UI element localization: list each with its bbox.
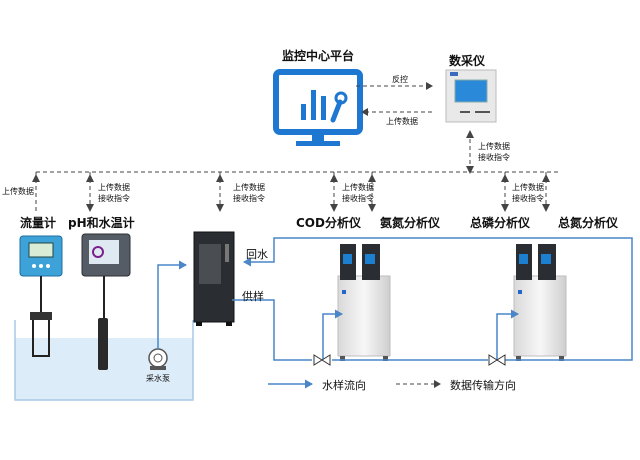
monitor-platform-icon (273, 69, 363, 146)
ammonia-analyzer-label: 氨氮分析仪 (380, 216, 441, 230)
supply-sample-label: 供样 (242, 290, 264, 303)
data-collector-label: 数采仪 (449, 54, 486, 68)
ph-meter-label: pH和水温计 (68, 216, 135, 230)
tp-analyzer-label: 总磷分析仪 (470, 216, 531, 230)
legend-water-flow: 水样流向 (322, 379, 366, 392)
monitor-platform-label: 监控中心平台 (282, 49, 355, 63)
system-diagram: 监控中心平台 数采仪 反控 上传数据 上传数据 接收指令 上传数据 上传数据 接… (0, 0, 640, 460)
upload-label: 上传数据 (386, 117, 418, 126)
flow-meter-link-label: 上传数据 (2, 187, 34, 196)
legend-data-flow: 数据传输方向 (450, 379, 516, 392)
flow-meter-label: 流量计 (20, 216, 57, 230)
ph-link-label: 上传数据 接收指令 (98, 183, 130, 203)
tn-analyzer-label: 总氮分析仪 (558, 216, 619, 230)
pump-device (148, 348, 168, 370)
cod-link-label: 上传数据 接收指令 (342, 183, 374, 203)
return-water-label: 回水 (246, 248, 268, 261)
data-collector-device (445, 69, 497, 123)
cabinet-link-label: 上传数据 接收指令 (233, 183, 265, 203)
cabinet-cod-ammonia (337, 244, 391, 361)
cod-analyzer-label: COD分析仪 (296, 216, 361, 230)
tp-link-label: 上传数据 接收指令 (512, 183, 544, 203)
collector-link-label: 上传数据 接收指令 (478, 142, 510, 162)
reverse-control-label: 反控 (392, 75, 408, 84)
pump-label: 采水泵 (146, 374, 170, 383)
pretreatment-cabinet (193, 231, 235, 326)
cabinet-tp-tn (513, 244, 567, 361)
valve-1 (313, 354, 331, 366)
